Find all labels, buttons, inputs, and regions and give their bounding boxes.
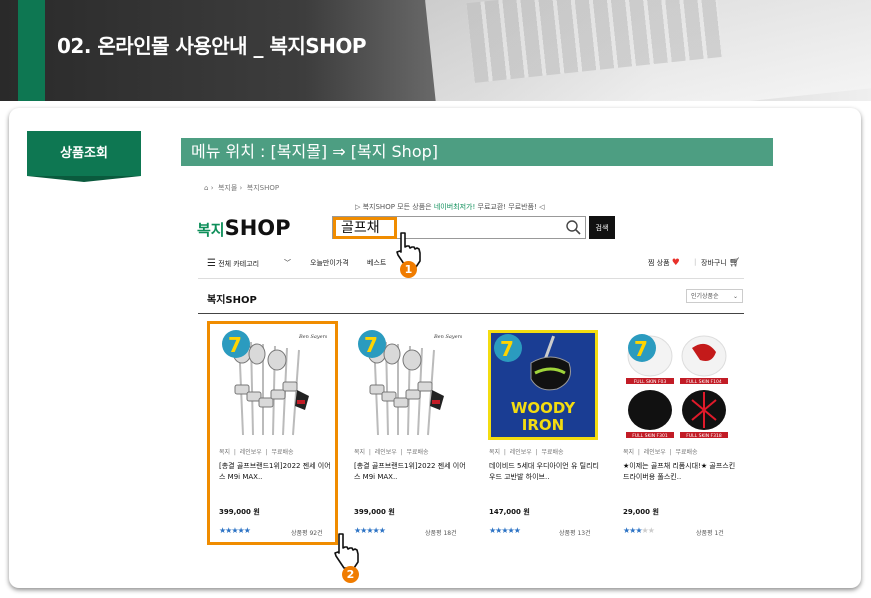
- search-icon[interactable]: [565, 219, 582, 236]
- discount-badge: [358, 330, 386, 358]
- discount-badge: [628, 334, 656, 362]
- nav-divider: [198, 278, 744, 279]
- svg-text:Ben Sayers: Ben Sayers: [433, 334, 462, 340]
- product-meta: 복지 | 레인보우 | 무료배송: [354, 449, 429, 456]
- review-count[interactable]: 상품평 1건: [696, 528, 724, 537]
- heart-icon: ♥: [671, 258, 680, 268]
- shop-notice: ▷ 복지SHOP 모든 상품은 네이버최저가! 무료교환! 무료반품! ◁: [355, 203, 545, 211]
- step-2-marker: 2: [342, 566, 359, 583]
- product-name[interactable]: [총결 골프브랜드1위]2022 젠세 이어스 M9i MAX..: [354, 461, 470, 483]
- search-query-highlight[interactable]: 골프채: [333, 217, 397, 239]
- menu-location-bar: 메뉴 위치 : [복지몰] ⇒ [복지 Shop]: [181, 138, 773, 166]
- product-image-caption: FULL SKIN F301: [632, 433, 668, 439]
- page-title: 02. 온라인몰 사용안내 _ 복지SHOP: [57, 34, 367, 58]
- product-image-caption: FULL SKIN F03: [634, 379, 667, 385]
- product-image-caption: FULL SKIN F318: [686, 433, 722, 439]
- header-accent-bar: [18, 0, 45, 101]
- product-price: 399,000 원: [354, 508, 395, 516]
- section-title: 복지SHOP: [207, 295, 257, 306]
- notice-highlight: 네이버최저가!: [433, 203, 476, 211]
- product-price: 147,000 원: [489, 508, 530, 516]
- product-meta: 복지 | 레인보우 | 무료배송: [489, 449, 564, 456]
- review-count[interactable]: 상품평 13건: [559, 528, 591, 537]
- section-tag-tail: [27, 176, 141, 182]
- hamburger-icon: ☰: [207, 258, 216, 269]
- step-1-marker: 1: [400, 261, 417, 278]
- chevron-down-icon: ⌄: [732, 293, 738, 300]
- discount-badge: [494, 334, 522, 362]
- chevron-down-icon[interactable]: ﹀: [284, 258, 291, 268]
- product-name[interactable]: ★이제는 골프채 리폼시대!★ 골프스킨 드라이버용 풀스킨..: [623, 461, 739, 483]
- product-price: 29,000 원: [623, 508, 659, 516]
- rating-stars: ★★★★★: [623, 526, 655, 535]
- search-button[interactable]: 검색: [589, 216, 615, 239]
- nav-all-categories[interactable]: ☰ 전체 카테고리: [207, 258, 259, 269]
- header-banner: 02. 온라인몰 사용안내 _ 복지SHOP: [0, 0, 871, 101]
- product-image-caption: FULL SKIN F104: [686, 379, 722, 385]
- section-tag: 상품조회: [27, 131, 141, 176]
- shop-logo[interactable]: 복지SHOP: [197, 216, 291, 240]
- breadcrumb-item[interactable]: 복지몰: [218, 184, 237, 192]
- section-divider: [198, 313, 744, 314]
- nav-today-price[interactable]: 오늘만이가격: [310, 258, 349, 268]
- breadcrumb: ⌂ › 복지몰 › 복지SHOP: [204, 184, 280, 192]
- nav-cart[interactable]: 장바구니 🛒︎: [701, 258, 740, 268]
- sort-select[interactable]: 인기상품순 ⌄: [686, 289, 743, 303]
- rating-stars: ★★★★★: [489, 526, 521, 535]
- product-image-caption: IRON: [522, 416, 564, 434]
- review-count[interactable]: 상품평 18건: [425, 528, 457, 537]
- product-highlight-box: [207, 321, 338, 545]
- product-meta: 복지 | 레인보우 | 무료배송: [623, 449, 698, 456]
- section-tag-label: 상품조회: [60, 146, 108, 161]
- nav-best[interactable]: 베스트: [367, 258, 386, 268]
- product-name[interactable]: 데이비드 5세대 우디아이언 유 틸리티 우드 고반발 하이브..: [489, 461, 605, 483]
- nav-wishlist[interactable]: 찜 상품 ♥: [648, 258, 680, 268]
- home-icon[interactable]: ⌂: [204, 184, 208, 192]
- cart-icon: 🛒︎: [729, 258, 741, 268]
- product-image-caption: WOODY: [511, 399, 576, 417]
- breadcrumb-item[interactable]: 복지SHOP: [247, 184, 279, 192]
